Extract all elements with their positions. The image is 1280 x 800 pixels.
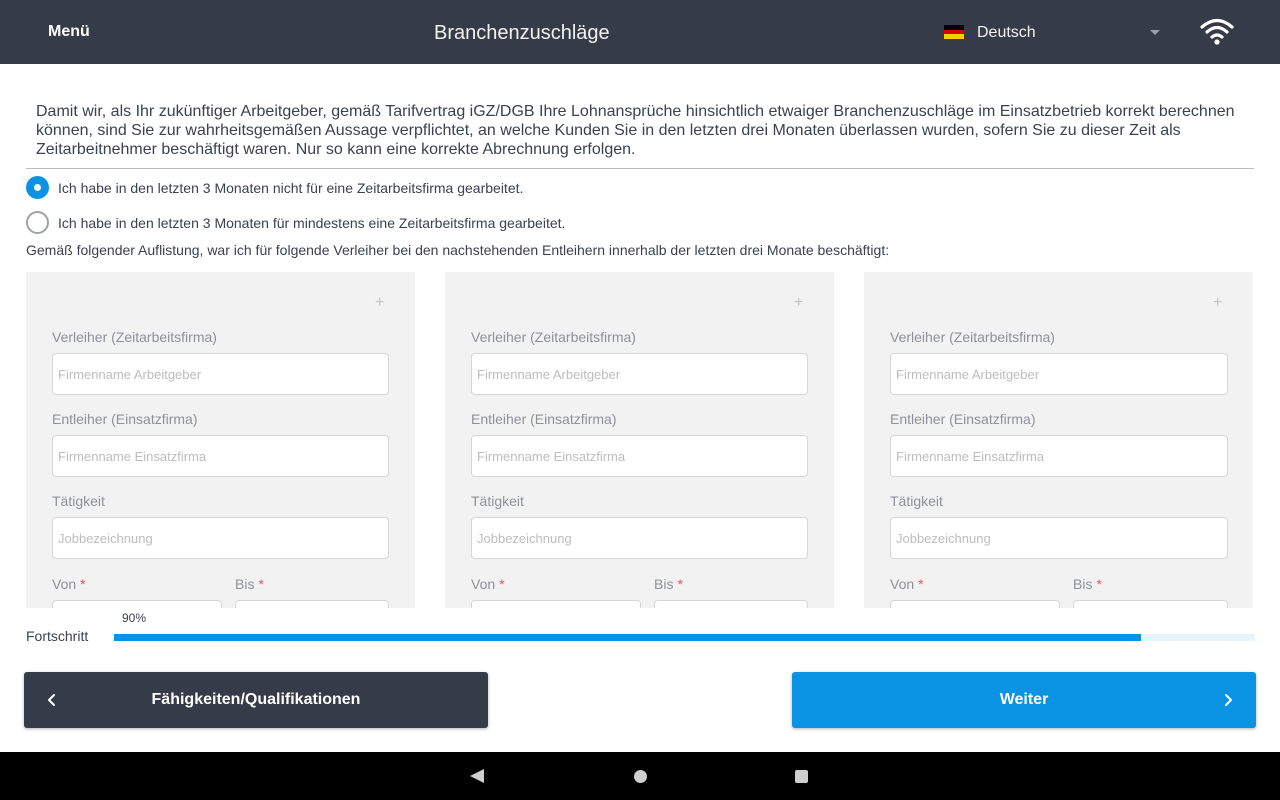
language-select[interactable]: Deutsch [944, 20, 1170, 44]
option-label: Ich habe in den letzten 3 Monaten für mi… [58, 215, 566, 231]
page-title: Branchenzuschläge [434, 22, 610, 44]
job-label: Tätigkeit [890, 493, 943, 509]
top-app-bar: Menü Branchenzuschläge Deutsch [0, 0, 1280, 64]
radio-button-unchecked[interactable] [26, 211, 49, 234]
required-mark: * [677, 576, 683, 592]
required-mark: * [80, 576, 86, 592]
intro-text: Damit wir, als Ihr zukünftiger Arbeitgeb… [36, 103, 1235, 158]
back-button[interactable]: Fähigkeiten/Qualifikationen [24, 672, 488, 728]
to-label: Bis * [1073, 576, 1102, 592]
to-date-input[interactable] [654, 600, 808, 608]
nav-back-icon[interactable] [470, 769, 484, 783]
back-button-label: Fähigkeiten/Qualifikationen [151, 691, 361, 708]
borrower-label: Entleiher (Einsatzfirma) [890, 411, 1036, 427]
employment-card: + Verleiher (Zeitarbeitsfirma) Entleiher… [864, 272, 1253, 608]
job-label: Tätigkeit [52, 493, 105, 509]
employment-card: + Verleiher (Zeitarbeitsfirma) Entleiher… [26, 272, 415, 608]
radio-button-checked[interactable] [26, 176, 49, 199]
to-date-input[interactable] [235, 600, 389, 608]
nav-home-icon[interactable] [634, 770, 647, 783]
progress-bar-fill [114, 634, 1141, 641]
job-input[interactable] [890, 517, 1228, 559]
job-input[interactable] [52, 517, 389, 559]
chevron-right-icon [1225, 694, 1232, 706]
add-icon[interactable]: + [1213, 294, 1222, 312]
lender-input[interactable] [890, 353, 1228, 395]
from-date-input[interactable] [471, 600, 641, 608]
add-icon[interactable]: + [794, 294, 803, 312]
required-mark: * [1096, 576, 1102, 592]
lender-label: Verleiher (Zeitarbeitsfirma) [52, 329, 217, 345]
progress-percent: 90% [122, 611, 147, 625]
required-mark: * [499, 576, 505, 592]
required-mark: * [918, 576, 924, 592]
caret-down-icon [1150, 30, 1160, 35]
employment-card: + Verleiher (Zeitarbeitsfirma) Entleiher… [445, 272, 834, 608]
chevron-left-icon [48, 694, 55, 706]
from-date-input[interactable] [52, 600, 222, 608]
to-label: Bis * [235, 576, 264, 592]
job-label: Tätigkeit [471, 493, 524, 509]
from-label: Von * [52, 576, 86, 592]
to-label: Bis * [654, 576, 683, 592]
lender-label: Verleiher (Zeitarbeitsfirma) [471, 329, 636, 345]
divider [26, 168, 1254, 169]
job-input[interactable] [471, 517, 808, 559]
borrower-label: Entleiher (Einsatzfirma) [52, 411, 198, 427]
list-intro-text: Gemäß folgender Auflistung, war ich für … [26, 242, 890, 258]
borrower-label: Entleiher (Einsatzfirma) [471, 411, 617, 427]
required-mark: * [258, 576, 264, 592]
system-navigation-bar [0, 752, 1280, 800]
to-label-text: Bis [654, 576, 674, 592]
menu-button[interactable]: Menü [48, 23, 90, 41]
next-button[interactable]: Weiter [792, 672, 1256, 728]
from-label: Von * [890, 576, 924, 592]
germany-flag-icon [944, 25, 964, 39]
lender-input[interactable] [52, 353, 389, 395]
lender-label: Verleiher (Zeitarbeitsfirma) [890, 329, 1055, 345]
from-label-text: Von [890, 576, 915, 592]
to-label-text: Bis [235, 576, 255, 592]
language-label: Deutsch [977, 24, 1036, 41]
option-label: Ich habe in den letzten 3 Monaten nicht … [58, 180, 524, 196]
from-date-input[interactable] [890, 600, 1060, 608]
next-button-label: Weiter [999, 691, 1049, 708]
from-label-text: Von [52, 576, 77, 592]
borrower-input[interactable] [52, 435, 389, 477]
to-date-input[interactable] [1073, 600, 1228, 608]
wifi-icon [1200, 18, 1234, 45]
from-label: Von * [471, 576, 505, 592]
from-label-text: Von [471, 576, 496, 592]
employment-cards-scroll-area[interactable]: + Verleiher (Zeitarbeitsfirma) Entleiher… [26, 272, 1254, 608]
add-icon[interactable]: + [375, 294, 384, 312]
borrower-input[interactable] [890, 435, 1228, 477]
progress-bar [114, 634, 1255, 641]
borrower-input[interactable] [471, 435, 808, 477]
nav-recents-icon[interactable] [795, 770, 808, 783]
progress-label: Fortschritt [26, 628, 89, 644]
to-label-text: Bis [1073, 576, 1093, 592]
lender-input[interactable] [471, 353, 808, 395]
